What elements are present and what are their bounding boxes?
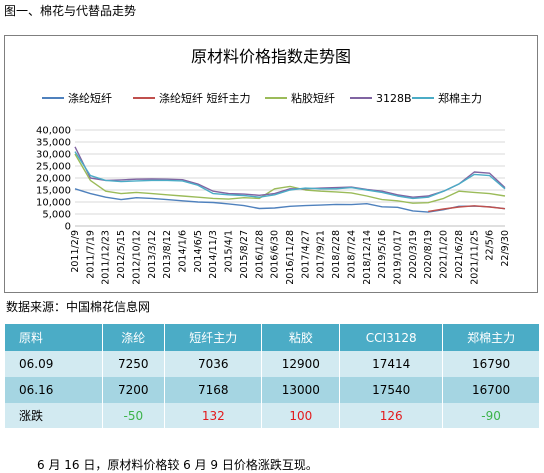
y-tick-label: 30,000 <box>36 150 71 161</box>
date-cell: 06.09 <box>5 351 103 377</box>
table-header-row: 原料 涤纶 短纤主力 粘胶 CCI3128 郑棉主力 <box>5 324 539 351</box>
x-tick-label: 2021/6/28 <box>454 230 465 279</box>
chart-svg: 原材料价格指数走势图涤纶短纤 涤纶短纤 短纤主力 粘胶短纤 3128B 郑棉主力05,0… <box>36 47 511 285</box>
header-cell: 原料 <box>5 324 103 351</box>
note-text: 6 月 16 日，原材料价格较 6 月 9 日价格涨跌互现。 <box>37 458 318 472</box>
x-tick-label: 2018/12/14 <box>362 230 373 285</box>
x-tick-label: 2013/3/12 <box>147 230 158 279</box>
x-tick-label: 2018/7/24 <box>346 230 357 279</box>
value-cell: 12900 <box>261 351 341 377</box>
chart-title: 原材料价格指数走势图 <box>191 47 351 66</box>
x-tick-label: 2011/7/19 <box>85 230 96 279</box>
x-tick-label: 2012/10/12 <box>131 230 142 285</box>
header-cell: 粘胶 <box>261 324 341 351</box>
x-tick-label: 2017/4/27 <box>300 230 311 279</box>
x-tick-label: 2016/6/30 <box>270 230 281 279</box>
x-tick-label: 2016/11/28 <box>285 230 296 285</box>
y-tick-label: 20,000 <box>36 174 71 185</box>
value-cell: 17414 <box>339 351 444 377</box>
table-row: 06.09 7250 7036 12900 17414 16790 <box>5 351 539 377</box>
x-tick-label: 2014/11/3 <box>208 230 219 279</box>
x-tick-label: 2017/9/21 <box>316 230 327 279</box>
x-tick-label: 2013/8/12 <box>162 230 173 279</box>
price-index-chart: 原材料价格指数走势图 涤纶短纤 涤纶短纤 短纤主力 粘胶短纤 3128B 郑棉主力 0 5,0… <box>4 35 538 293</box>
value-cell: 7168 <box>164 377 263 403</box>
change-cell: 132 <box>164 403 263 428</box>
x-tick-label: 2021/1/20 <box>439 230 450 279</box>
x-tick-label: 2015/4/1 <box>224 230 235 273</box>
value-cell: 7036 <box>164 351 263 377</box>
value-cell: 16700 <box>442 377 539 403</box>
legend-label: 郑棉主力 <box>438 91 482 105</box>
x-tick-label: 2016/1/28 <box>254 230 265 279</box>
figure-title: 图一、棉花与代替品走势 <box>4 4 137 18</box>
date-cell: 06.16 <box>5 377 103 403</box>
value-cell: 13000 <box>261 377 341 403</box>
x-tick-label: 2020/8/19 <box>423 230 434 279</box>
y-tick-label: 15,000 <box>36 186 71 197</box>
value-cell: 17540 <box>339 377 444 403</box>
x-tick-label: 22/9/30 <box>500 230 511 267</box>
table-row: 06.16 7200 7168 13000 17540 16700 <box>5 377 539 403</box>
x-tick-label: 2019/5/16 <box>377 230 388 279</box>
y-tick-label: 5,000 <box>42 210 71 221</box>
x-tick-label: 2014/6/5 <box>193 230 204 273</box>
x-tick-label: 2018/2/28 <box>331 230 342 279</box>
price-table: 原料 涤纶 短纤主力 粘胶 CCI3128 郑棉主力 06.09 7250 70… <box>5 324 539 428</box>
x-tick-label: 2011/12/23 <box>101 230 112 285</box>
header-cell: 涤纶 <box>102 324 166 351</box>
data-source: 数据来源：中国棉花信息网 <box>6 300 151 314</box>
change-cell: 126 <box>339 403 444 428</box>
x-tick-label: 2021/11/25 <box>469 230 480 285</box>
x-tick-label: 2014/1/6 <box>178 230 189 273</box>
x-tick-label: 22/5/6 <box>485 230 496 261</box>
y-tick-label: 40,000 <box>36 126 71 137</box>
x-tick-label: 2020/3/19 <box>408 230 419 279</box>
header-cell: 短纤主力 <box>164 324 263 351</box>
value-cell: 16790 <box>442 351 539 377</box>
header-cell: CCI3128 <box>339 324 444 351</box>
series-line <box>74 151 506 200</box>
x-tick-label: 2015/8/27 <box>239 230 250 279</box>
table-row-change: 涨跌 -50 132 100 126 -90 <box>5 403 539 428</box>
change-cell: 100 <box>261 403 341 428</box>
y-tick-label: 35,000 <box>36 138 71 149</box>
value-cell: 7250 <box>102 351 166 377</box>
change-label-cell: 涨跌 <box>5 403 103 428</box>
legend-label: 涤纶短纤 短纤主力 <box>159 91 251 105</box>
y-tick-label: 25,000 <box>36 162 71 173</box>
header-cell: 郑棉主力 <box>442 324 539 351</box>
x-tick-label: 2011/2/9 <box>70 230 81 273</box>
x-tick-label: 2019/10/17 <box>393 230 404 285</box>
legend-label: 3128B <box>376 92 412 105</box>
y-tick-label: 10,000 <box>36 198 71 209</box>
legend-label: 涤纶短纤 <box>68 91 112 105</box>
x-tick-label: 2012/5/15 <box>116 230 127 279</box>
value-cell: 7200 <box>102 377 166 403</box>
change-cell: -90 <box>442 403 539 428</box>
change-cell: -50 <box>102 403 166 428</box>
legend-label: 粘胶短纤 <box>291 91 335 105</box>
